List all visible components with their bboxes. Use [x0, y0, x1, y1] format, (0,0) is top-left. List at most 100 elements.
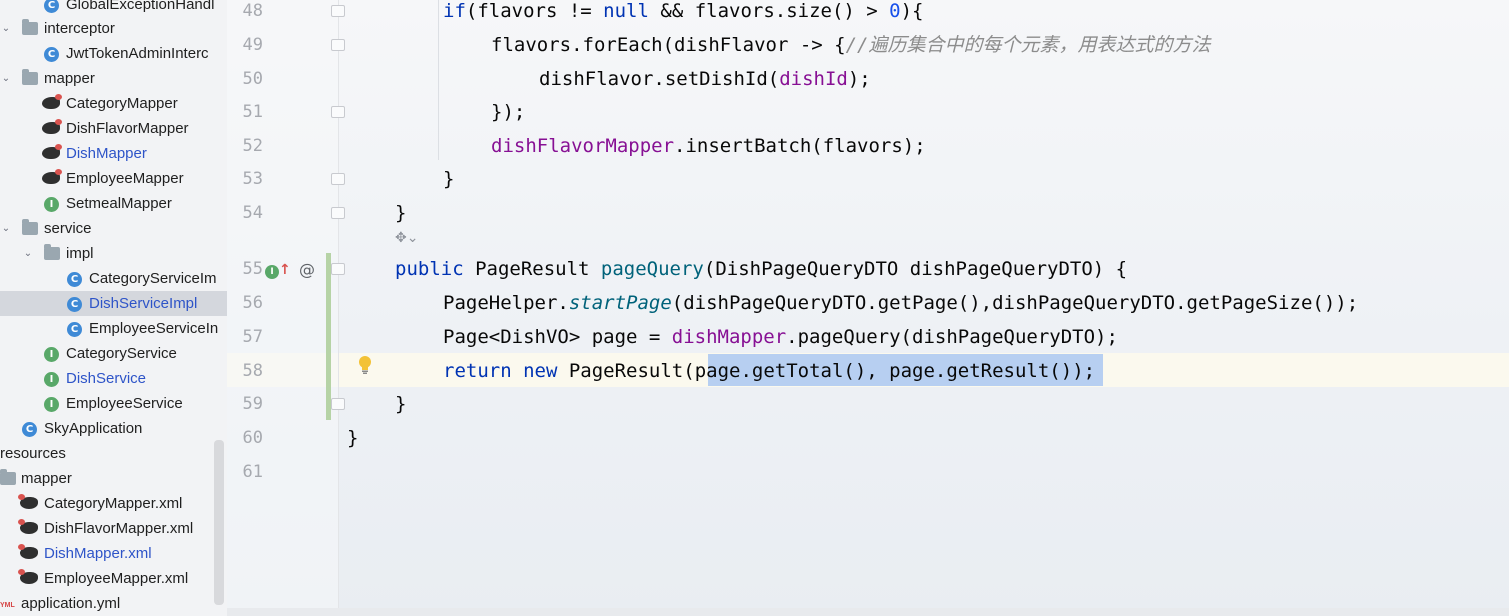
tree-item[interactable]: I EmployeeService	[0, 391, 227, 416]
line-number: 50	[242, 69, 263, 89]
chevron-down-icon[interactable]: ⌄	[22, 241, 34, 266]
tree-item-label: mapper	[21, 470, 72, 487]
folder-icon	[0, 469, 16, 486]
line-number: 49	[242, 35, 263, 55]
class-icon: C	[67, 295, 83, 312]
tree-item-label: DishMapper.xml	[44, 545, 152, 562]
code-line-58[interactable]: return new PageResult(page.getTotal(), p…	[443, 354, 1095, 388]
tree-item[interactable]: ⌄ impl	[0, 241, 227, 266]
chevron-down-icon[interactable]: ⌄	[0, 66, 12, 91]
tree-item-label: DishMapper	[66, 145, 147, 162]
tree-item-label: EmployeeMapper	[66, 170, 184, 187]
mybatis-xml-icon	[18, 494, 38, 511]
chevron-down-icon[interactable]: ⌄	[0, 16, 12, 41]
tree-item[interactable]: CategoryMapper	[0, 91, 227, 116]
folder-icon	[22, 19, 38, 36]
tree-item[interactable]: C CategoryServiceIm	[0, 266, 227, 291]
code-line-53[interactable]: }	[443, 162, 454, 196]
tree-item-label: EmployeeMapper.xml	[44, 570, 189, 587]
line-number: 54	[242, 203, 263, 223]
tree-item-selected[interactable]: C DishServiceImpl	[0, 291, 227, 316]
code-line-50[interactable]: dishFlavor.setDishId(dishId);	[539, 62, 871, 96]
code-line-57[interactable]: Page<DishVO> page = dishMapper.pageQuery…	[443, 320, 1118, 354]
chevron-down-icon[interactable]: ⌄	[0, 216, 12, 241]
mybatis-xml-icon	[18, 519, 38, 536]
horizontal-scrollbar[interactable]	[227, 608, 1509, 616]
code-line-52[interactable]: dishFlavorMapper.insertBatch(flavors);	[491, 129, 926, 163]
line-number: 48	[242, 1, 263, 21]
interface-icon: I	[44, 370, 60, 387]
implements-icon[interactable]: I ↑	[265, 261, 291, 279]
line-number: 56	[242, 293, 263, 313]
tree-item[interactable]: C JwtTokenAdminInterc	[0, 41, 227, 66]
tree-item[interactable]: YML application.yml	[0, 591, 227, 616]
tree-item[interactable]: ⌄ mapper	[0, 66, 227, 91]
mybatis-icon	[42, 119, 62, 136]
class-icon: C	[67, 270, 83, 287]
tree-item[interactable]: DishFlavorMapper.xml	[0, 516, 227, 541]
tree-item-label: resources	[0, 445, 66, 462]
tree-item[interactable]: C EmployeeServiceIn	[0, 316, 227, 341]
fold-marker[interactable]	[331, 398, 345, 410]
code-line-49[interactable]: flavors.forEach(dishFlavor -> {//遍历集合中的每…	[491, 28, 1211, 62]
interface-icon: I	[44, 395, 60, 412]
mybatis-xml-icon	[18, 569, 38, 586]
vcs-change-marker[interactable]	[326, 253, 331, 420]
tree-item-label: DishService	[66, 370, 147, 387]
folder-icon	[22, 219, 38, 236]
tree-item[interactable]: resources	[0, 441, 227, 466]
tree-item[interactable]: EmployeeMapper.xml	[0, 566, 227, 591]
code-line-54[interactable]: }	[395, 196, 406, 230]
code-line-59[interactable]: }	[395, 387, 406, 421]
fold-marker[interactable]	[331, 106, 345, 118]
tree-scrollbar[interactable]	[214, 440, 224, 605]
tree-item-label: JwtTokenAdminInterc	[66, 45, 209, 62]
fold-marker[interactable]	[331, 263, 345, 275]
folder-icon	[22, 69, 38, 86]
tree-item[interactable]: I DishService	[0, 366, 227, 391]
fold-marker[interactable]	[331, 173, 345, 185]
mybatis-icon	[42, 144, 62, 161]
tree-item-label: mapper	[44, 70, 95, 87]
interface-icon: I	[44, 195, 60, 212]
fold-marker[interactable]	[331, 39, 345, 51]
tree-item[interactable]: C GlobalExceptionHandl	[0, 0, 227, 17]
annotation-icon[interactable]: @	[299, 261, 315, 279]
line-number: 51	[242, 102, 263, 122]
tree-item[interactable]: DishMapper	[0, 141, 227, 166]
tree-item[interactable]: DishFlavorMapper	[0, 116, 227, 141]
tree-item-label: EmployeeService	[66, 395, 183, 412]
class-icon: C	[44, 45, 60, 62]
ai-assistant-icon[interactable]: ✥⌄	[395, 230, 418, 246]
class-icon: C	[67, 320, 83, 337]
code-line-51[interactable]: });	[491, 95, 525, 129]
tree-item[interactable]: DishMapper.xml	[0, 541, 227, 566]
tree-item-label: DishFlavorMapper.xml	[44, 520, 194, 537]
tree-item[interactable]: ⌄ service	[0, 216, 227, 241]
code-line-60[interactable]: }	[347, 421, 358, 455]
code-line-48[interactable]: if(flavors != null && flavors.size() > 0…	[443, 0, 924, 28]
tree-item[interactable]: I CategoryService	[0, 341, 227, 366]
code-line-56[interactable]: PageHelper.startPage(dishPageQueryDTO.ge…	[443, 286, 1358, 320]
code-editor[interactable]: 48 49 50 51 52 53 54 55 56 57 58 59 60 6…	[227, 0, 1509, 616]
selected-text: page.getTotal(), page.getResult()	[694, 360, 1073, 382]
tree-item[interactable]: EmployeeMapper	[0, 166, 227, 191]
lightbulb-icon[interactable]	[357, 355, 373, 375]
folder-icon	[44, 244, 60, 261]
tree-item-label: CategoryMapper.xml	[44, 495, 183, 512]
tree-item[interactable]: mapper	[0, 466, 227, 491]
line-number: 52	[242, 136, 263, 156]
line-number: 58	[242, 361, 263, 381]
tree-item[interactable]: C SkyApplication	[0, 416, 227, 441]
tree-item[interactable]: ⌄ interceptor	[0, 16, 227, 41]
tree-item[interactable]: CategoryMapper.xml	[0, 491, 227, 516]
tree-item-label: EmployeeServiceIn	[89, 320, 219, 337]
fold-marker[interactable]	[331, 5, 345, 17]
tree-item-label: SkyApplication	[44, 420, 143, 437]
class-icon: C	[44, 0, 60, 13]
mybatis-icon	[42, 169, 62, 186]
fold-marker[interactable]	[331, 207, 345, 219]
interface-icon: I	[44, 345, 60, 362]
tree-item[interactable]: I SetmealMapper	[0, 191, 227, 216]
code-line-55[interactable]: public PageResult pageQuery(DishPageQuer…	[395, 252, 1127, 286]
